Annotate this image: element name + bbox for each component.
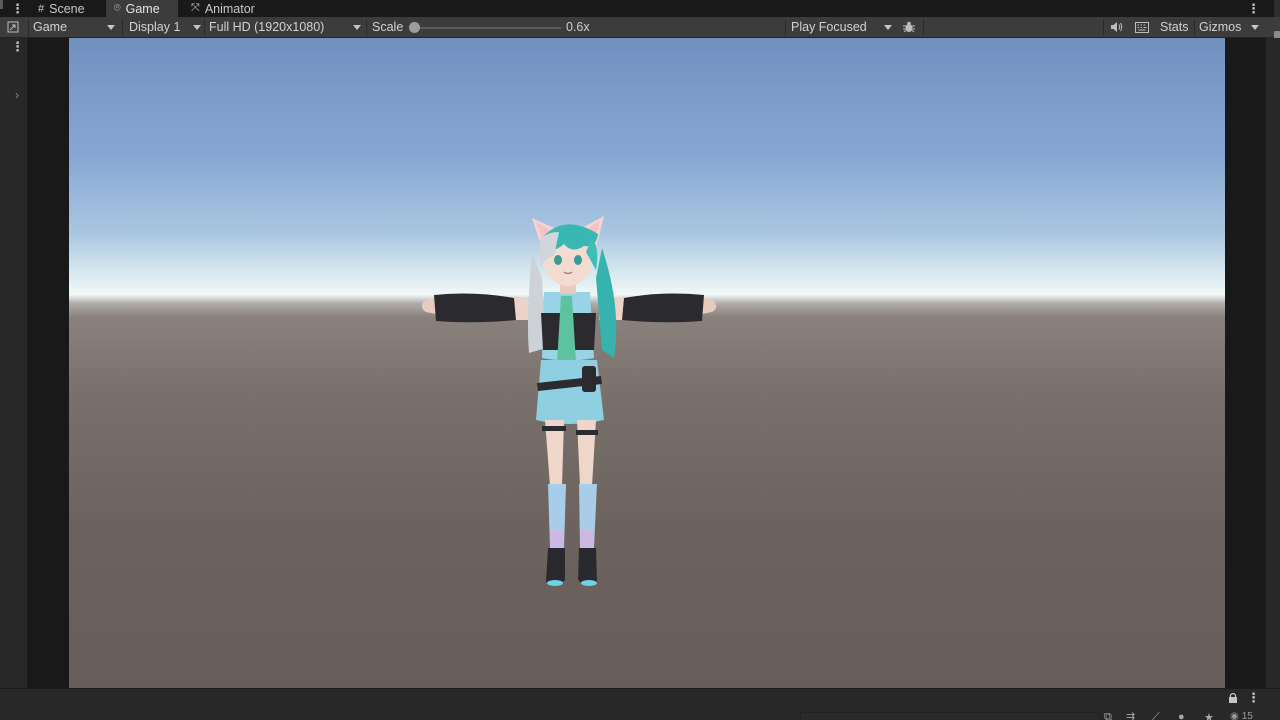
toolbar-separator [122, 19, 123, 36]
chevron-right-icon[interactable]: › [15, 88, 19, 102]
window-edge-marker [0, 0, 3, 9]
scale-slider-track[interactable] [413, 27, 561, 29]
scale-value: 0.6x [566, 20, 590, 34]
play-mode-dropdown[interactable]: Play Focused [791, 17, 895, 37]
game-view-toolbar: Game Display 1 Full HD (1920x1080) Scale… [0, 17, 1280, 41]
scale-label: Scale [372, 20, 404, 34]
animator-icon: ⤧ [191, 2, 200, 14]
eye-icon: ◉ [1230, 711, 1239, 720]
gizmos-label: Gizmos [1199, 20, 1242, 34]
tab-scene[interactable]: # Scene [30, 0, 106, 17]
tab-game[interactable]: ⌾ Game [106, 0, 178, 17]
toolbar-separator [28, 19, 29, 36]
right-panel-edge [1274, 0, 1280, 17]
lock-icon[interactable] [1228, 692, 1238, 706]
error-filter-icon[interactable]: ● [1178, 711, 1185, 720]
toolbar-separator [923, 19, 924, 36]
chevron-down-icon [353, 25, 361, 30]
avatar-character-model [421, 216, 717, 586]
tab-game-label: Game [125, 1, 160, 16]
resolution-dropdown[interactable]: Full HD (1920x1080) [209, 17, 363, 37]
maximize-view-icon[interactable] [7, 17, 23, 37]
clear-on-play-icon[interactable]: ⇶ [1126, 711, 1135, 720]
scale-slider-handle[interactable] [409, 22, 420, 33]
play-mode-value: Play Focused [791, 20, 867, 34]
chevron-down-icon [193, 25, 201, 30]
collapse-icon[interactable]: ⧉ [1104, 711, 1112, 720]
left-overlay-strip: ⋮ › [0, 38, 28, 688]
game-viewport[interactable] [69, 38, 1225, 688]
stats-toggle-button[interactable]: Stats [1160, 17, 1189, 37]
toolbar-separator [366, 19, 367, 36]
mute-audio-speaker-icon[interactable] [1110, 17, 1126, 37]
feather-icon[interactable]: ⟋ [1152, 711, 1160, 720]
overlay-menu-icon[interactable]: ⋮ [11, 38, 24, 55]
toolbar-separator [785, 19, 786, 36]
display-value: Display 1 [129, 20, 181, 34]
view-mode-value: Game [33, 20, 68, 34]
frame-debugger-bug-icon[interactable] [902, 17, 918, 37]
visibility-toggle[interactable]: ◉ 15 [1230, 711, 1253, 720]
scene-grid-icon: # [38, 2, 45, 15]
chevron-down-icon [107, 25, 115, 30]
tab-scene-label: Scene [49, 1, 85, 16]
tab-options-menu-icon[interactable]: ⋮ [1247, 0, 1260, 17]
gizmos-toggle-button[interactable]: Gizmos [1199, 17, 1263, 37]
toolbar-separator [1194, 19, 1195, 36]
editor-tab-strip: ⋮ # Scene ⌾ Game ⤧ Animator ⋮ [0, 0, 1280, 17]
visibility-count: 15 [1241, 711, 1253, 720]
resolution-value: Full HD (1920x1080) [209, 20, 325, 34]
tab-strip-menu-icon[interactable]: ⋮ [11, 0, 24, 17]
chevron-down-icon[interactable] [1251, 25, 1259, 30]
tab-animator[interactable]: ⤧ Animator [183, 0, 265, 17]
shortcuts-keyboard-icon[interactable] [1135, 17, 1151, 37]
gamepad-icon: ⌾ [114, 2, 121, 14]
favorite-star-icon[interactable]: ★ [1204, 711, 1214, 720]
tab-animator-label: Animator [204, 1, 255, 16]
display-dropdown[interactable]: Display 1 [129, 17, 205, 37]
right-panel-edge [1266, 38, 1280, 688]
toolbar-separator [204, 19, 205, 36]
bottom-panel-header: ⋮ ⧉ ⇶ ⟋ ● ★ ◉ 15 [0, 688, 1280, 720]
bottom-panel-menu-icon[interactable]: ⋮ [1247, 689, 1260, 706]
toolbar-separator [1103, 19, 1104, 36]
view-mode-dropdown[interactable]: Game [33, 17, 119, 37]
chevron-down-icon [884, 25, 892, 30]
console-search-input[interactable] [800, 712, 1100, 720]
